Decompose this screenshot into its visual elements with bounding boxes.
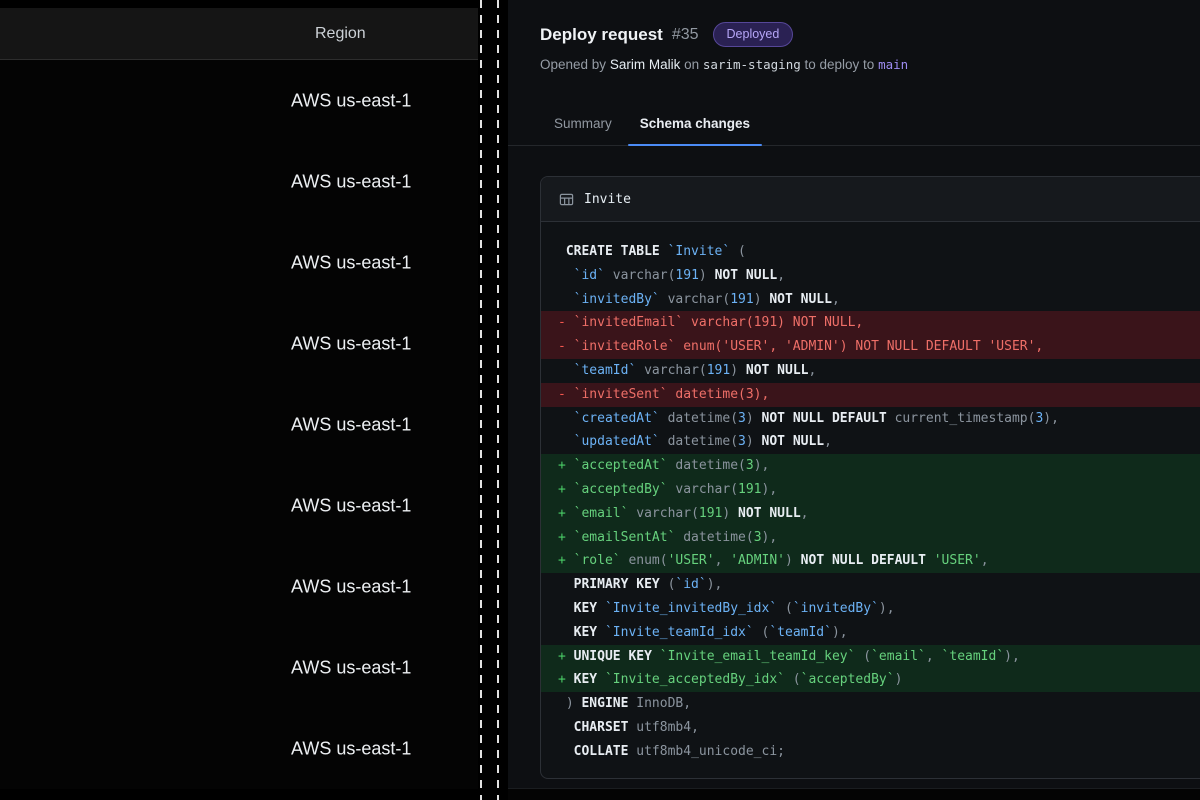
deploy-request-panel: Deploy request #35 Deployed Opened by Sa… bbox=[508, 0, 1200, 800]
region-cell: AWS us-east-1 bbox=[291, 738, 411, 759]
diff-line-ctx: `teamId` varchar(191) NOT NULL, bbox=[541, 359, 1200, 383]
diff-line-add: + `email` varchar(191) NOT NULL, bbox=[541, 502, 1200, 526]
region-cell: AWS us-east-1 bbox=[291, 576, 411, 597]
target-branch-link[interactable]: main bbox=[878, 57, 908, 72]
tab-bar: SummarySchema changes bbox=[508, 96, 1200, 146]
region-cell: AWS us-east-1 bbox=[291, 495, 411, 516]
page-title: Deploy request bbox=[540, 25, 663, 45]
diff-line-ctx: CREATE TABLE `Invite` ( bbox=[541, 240, 1200, 264]
schema-diff-card-header: Invite bbox=[541, 177, 1200, 222]
diff-line-add: + KEY `Invite_acceptedBy_idx` (`accepted… bbox=[541, 668, 1200, 692]
author-link[interactable]: Sarim Malik bbox=[610, 57, 681, 72]
region-cell: AWS us-east-1 bbox=[291, 333, 411, 354]
region-cell: AWS us-east-1 bbox=[291, 252, 411, 273]
source-branch-link[interactable]: sarim-staging bbox=[703, 57, 801, 72]
diff-line-add: + `role` enum('USER', 'ADMIN') NOT NULL … bbox=[541, 549, 1200, 573]
diff-line-ctx: `createdAt` datetime(3) NOT NULL DEFAULT… bbox=[541, 407, 1200, 431]
diff-line-ctx: `updatedAt` datetime(3) NOT NULL, bbox=[541, 430, 1200, 454]
region-cell: AWS us-east-1 bbox=[291, 171, 411, 192]
regions-table: Region AWS us-east-1AWS us-east-1lAWS us… bbox=[0, 0, 478, 800]
truncated-cell-text: l bbox=[0, 252, 1, 273]
diff-line-ctx: `id` varchar(191) NOT NULL, bbox=[541, 264, 1200, 288]
deploy-request-header: Deploy request #35 Deployed Opened by Sa… bbox=[508, 0, 1200, 72]
divider-dash-right bbox=[497, 0, 499, 800]
schema-diff-card: Invite CREATE TABLE `Invite` ( `id` varc… bbox=[540, 176, 1200, 779]
region-cell: AWS us-east-1 bbox=[291, 90, 411, 111]
diff-line-del: - `invitedEmail` varchar(191) NOT NULL, bbox=[541, 311, 1200, 335]
region-column-header: Region bbox=[315, 25, 366, 43]
diff-line-ctx: PRIMARY KEY (`id`), bbox=[541, 573, 1200, 597]
table-row[interactable]: AWS us-east-1 bbox=[0, 141, 478, 222]
diff-line-add: + UNIQUE KEY `Invite_email_teamId_key` (… bbox=[541, 645, 1200, 669]
diff-line-del: - `invitedRole` enum('USER', 'ADMIN') NO… bbox=[541, 335, 1200, 359]
diff-line-ctx: COLLATE utf8mb4_unicode_ci; bbox=[541, 740, 1200, 764]
deploy-request-subtitle: Opened by Sarim Malik on sarim-staging t… bbox=[540, 57, 1200, 72]
status-badge: Deployed bbox=[713, 22, 794, 47]
table-row[interactable]: AWS us-east-1 bbox=[0, 303, 478, 384]
diff-line-add: + `emailSentAt` datetime(3), bbox=[541, 526, 1200, 550]
table-row[interactable]: l AWS us-east-1 bbox=[0, 708, 478, 789]
diff-line-add: + `acceptedAt` datetime(3), bbox=[541, 454, 1200, 478]
region-cell: AWS us-east-1 bbox=[291, 657, 411, 678]
deploy-to-text: to deploy to bbox=[805, 57, 875, 72]
sql-diff-view: CREATE TABLE `Invite` ( `id` varchar(191… bbox=[541, 222, 1200, 778]
diff-line-ctx: KEY `Invite_teamId_idx` (`teamId`), bbox=[541, 621, 1200, 645]
diff-line-ctx: CHARSET utf8mb4, bbox=[541, 716, 1200, 740]
app-window: Region AWS us-east-1AWS us-east-1lAWS us… bbox=[0, 0, 1200, 800]
tab-summary[interactable]: Summary bbox=[540, 96, 626, 145]
diff-line-ctx: ) ENGINE InnoDB, bbox=[541, 692, 1200, 716]
truncated-cell-text: l bbox=[0, 738, 1, 759]
opened-by-text: Opened by bbox=[540, 57, 606, 72]
diff-line-del: - `inviteSent` datetime(3), bbox=[541, 383, 1200, 407]
split-divider[interactable] bbox=[478, 0, 508, 800]
diff-line-ctx: `invitedBy` varchar(191) NOT NULL, bbox=[541, 288, 1200, 312]
region-rows: AWS us-east-1 AWS us-east-1 l AWS us-east-1… bbox=[0, 60, 478, 789]
deploy-request-number: #35 bbox=[672, 26, 699, 44]
table-row[interactable]: AWS us-east-1 bbox=[0, 384, 478, 465]
region-cell: AWS us-east-1 bbox=[291, 414, 411, 435]
diff-line-add: + `acceptedBy` varchar(191), bbox=[541, 478, 1200, 502]
bottom-bar bbox=[508, 788, 1200, 800]
table-header-row: Region bbox=[0, 8, 478, 60]
divider-dash-left bbox=[480, 0, 482, 800]
table-row[interactable]: AWS us-east-1 bbox=[0, 546, 478, 627]
tab-schema-changes[interactable]: Schema changes bbox=[626, 96, 764, 145]
table-row[interactable]: AWS us-east-1 bbox=[0, 627, 478, 708]
table-row[interactable]: l AWS us-east-1 bbox=[0, 222, 478, 303]
diff-line-ctx: KEY `Invite_invitedBy_idx` (`invitedBy`)… bbox=[541, 597, 1200, 621]
on-text: on bbox=[684, 57, 699, 72]
table-name: Invite bbox=[584, 192, 631, 207]
table-icon bbox=[559, 192, 574, 207]
table-row[interactable]: AWS us-east-1 bbox=[0, 60, 478, 141]
table-row[interactable]: AWS us-east-1 bbox=[0, 465, 478, 546]
